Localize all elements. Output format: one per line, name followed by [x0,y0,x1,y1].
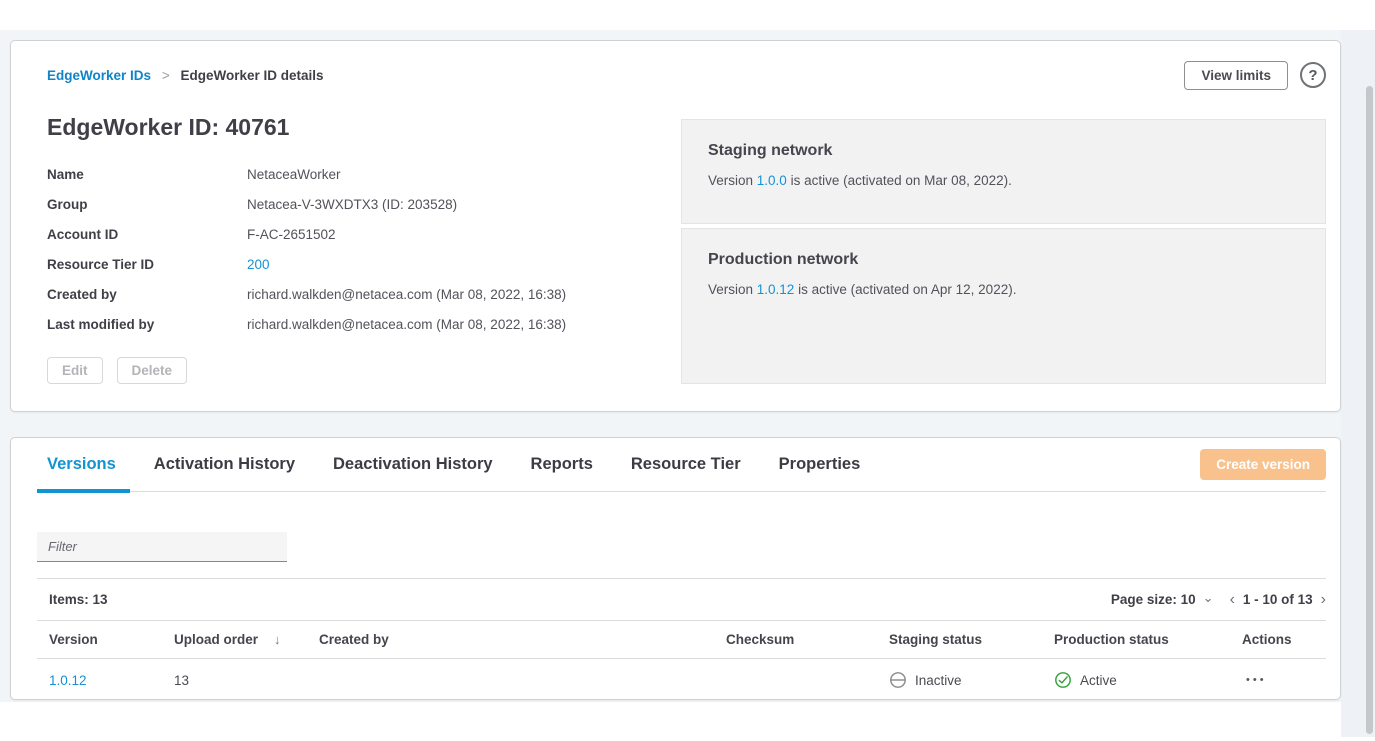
field-row-resource-tier-id: Resource Tier ID 200 [47,249,681,279]
status-prefix: Version [708,173,757,188]
filter-row [37,532,1326,562]
active-check-icon [1054,671,1072,689]
production-network-panel: Production network Version 1.0.12 is act… [681,228,1326,384]
staging-status-cell: Inactive [889,671,1054,689]
details-fields: Name NetaceaWorker Group Netacea-V-3WXDT… [47,159,681,339]
scrollbar-thumb[interactable] [1366,86,1373,734]
page-range-label: 1 - 10 of 13 [1243,592,1313,607]
staging-version-link[interactable]: 1.0.0 [757,173,787,188]
filter-input[interactable] [37,532,287,562]
details-column: EdgeWorker ID: 40761 Name NetaceaWorker … [37,113,681,384]
field-value: Netacea-V-3WXDTX3 (ID: 203528) [247,197,457,212]
status-prefix: Version [708,282,757,297]
card-body: EdgeWorker ID: 40761 Name NetaceaWorker … [37,113,1326,384]
breadcrumb-current: EdgeWorker ID details [180,68,323,83]
field-row-created-by: Created by richard.walkden@netacea.com (… [47,279,681,309]
field-row-name: Name NetaceaWorker [47,159,681,189]
breadcrumb: EdgeWorker IDs > EdgeWorker ID details [37,68,324,83]
create-version-button[interactable]: Create version [1200,449,1326,480]
column-header-production-status[interactable]: Production status [1054,632,1242,647]
field-row-account-id: Account ID F-AC-2651502 [47,219,681,249]
production-status-cell: Active [1054,671,1242,689]
field-label: Created by [47,287,247,302]
previous-page-icon[interactable]: ‹ [1230,592,1235,608]
upload-order-cell: 13 [174,673,319,688]
resource-tier-id-link[interactable]: 200 [247,257,270,272]
edit-button[interactable]: Edit [47,357,103,384]
version-link[interactable]: 1.0.12 [37,673,174,688]
staging-status-label: Inactive [915,673,962,688]
column-header-checksum[interactable]: Checksum [726,632,889,647]
next-page-icon[interactable]: › [1321,592,1326,608]
field-row-last-modified-by: Last modified by richard.walkden@netacea… [47,309,681,339]
sort-desc-icon[interactable]: ↓ [274,632,281,647]
breadcrumb-separator: > [162,68,170,83]
items-count: Items: 13 [37,592,108,607]
field-label: Group [47,197,247,212]
production-version-link[interactable]: 1.0.12 [757,282,795,297]
page-range: ‹ 1 - 10 of 13 › [1230,592,1326,608]
column-header-staging-status[interactable]: Staging status [889,632,1054,647]
column-header-upload-order[interactable]: Upload order↓ [174,632,319,647]
field-value: NetaceaWorker [247,167,341,182]
staging-network-title: Staging network [708,142,1299,160]
view-limits-button[interactable]: View limits [1184,61,1288,90]
tab-reports[interactable]: Reports [531,438,593,492]
table-row: 1.0.12 13 Inactive Active ••• [37,659,1326,701]
inactive-icon [889,671,907,689]
detail-actions: Edit Delete [47,357,681,384]
tab-deactivation-history[interactable]: Deactivation History [333,438,493,492]
column-header-created-by[interactable]: Created by [319,632,726,647]
delete-button[interactable]: Delete [117,357,188,384]
table-header: Version Upload order↓ Created by Checksu… [37,621,1326,659]
column-header-version[interactable]: Version [37,632,174,647]
field-value: richard.walkden@netacea.com (Mar 08, 202… [247,317,566,332]
edgeworker-details-card: EdgeWorker IDs > EdgeWorker ID details V… [10,40,1341,412]
field-label: Last modified by [47,317,247,332]
tab-properties[interactable]: Properties [779,438,861,492]
staging-network-status: Version 1.0.0 is active (activated on Ma… [708,173,1299,188]
networks-panel: Staging network Version 1.0.0 is active … [681,119,1326,384]
production-status-label: Active [1080,673,1117,688]
header-actions: View limits ? [1184,61,1326,90]
help-icon[interactable]: ? [1300,62,1326,88]
tab-versions[interactable]: Versions [47,438,116,492]
field-label: Name [47,167,247,182]
status-suffix: is active (activated on Apr 12, 2022). [794,282,1016,297]
row-actions-menu-icon[interactable]: ••• [1242,674,1326,686]
page-size-select[interactable]: Page size: 10 ⌄ [1111,592,1214,607]
chevron-down-icon: ⌄ [1203,591,1214,604]
production-network-title: Production network [708,251,1299,269]
tab-activation-history[interactable]: Activation History [154,438,295,492]
page-title: EdgeWorker ID: 40761 [47,113,681,141]
list-toolbar: Items: 13 Page size: 10 ⌄ ‹ 1 - 10 of 13… [37,579,1326,621]
page-size-label: Page size: 10 [1111,592,1196,607]
breadcrumb-edgeworker-ids[interactable]: EdgeWorker IDs [47,68,151,83]
staging-network-panel: Staging network Version 1.0.0 is active … [681,119,1326,224]
field-value: F-AC-2651502 [247,227,336,242]
pagination-controls: Page size: 10 ⌄ ‹ 1 - 10 of 13 › [1111,592,1326,608]
column-header-actions: Actions [1242,632,1326,647]
tab-bar: Versions Activation History Deactivation… [37,438,1326,492]
field-label: Resource Tier ID [47,257,247,272]
versions-card: Versions Activation History Deactivation… [10,437,1341,700]
production-network-status: Version 1.0.12 is active (activated on A… [708,282,1299,297]
field-row-group: Group Netacea-V-3WXDTX3 (ID: 203528) [47,189,681,219]
field-label: Account ID [47,227,247,242]
card-header: EdgeWorker IDs > EdgeWorker ID details V… [37,61,1326,89]
field-value: richard.walkden@netacea.com (Mar 08, 202… [247,287,566,302]
status-suffix: is active (activated on Mar 08, 2022). [787,173,1012,188]
tab-resource-tier[interactable]: Resource Tier [631,438,741,492]
